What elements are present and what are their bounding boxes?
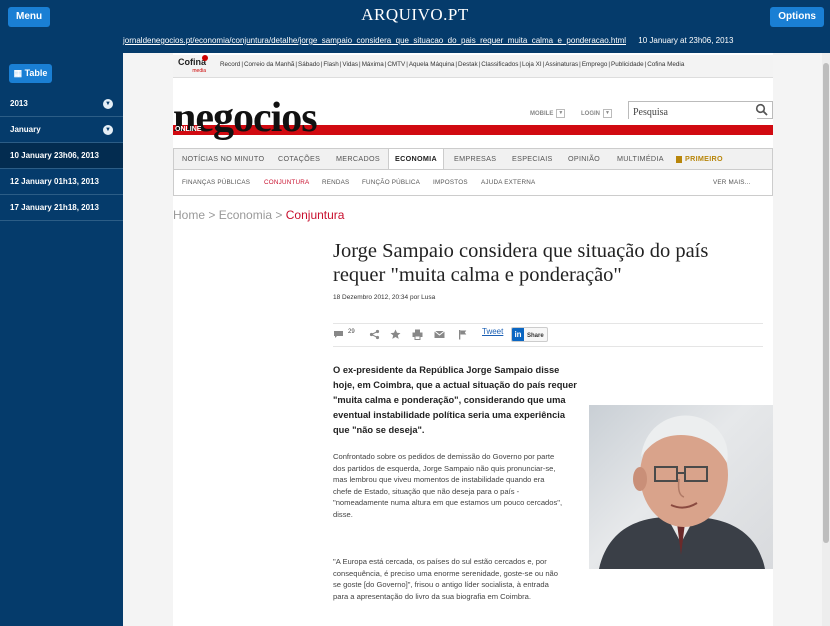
capture-sidebar: ▦ Table 2013 ▼ January ▼ 10 January 23h0…: [0, 53, 123, 626]
network-link[interactable]: Assinaturas: [544, 61, 579, 68]
network-link[interactable]: Flash: [322, 61, 339, 68]
chevron-down-icon: ▼: [103, 125, 113, 135]
capture-item[interactable]: 10 January 23h06, 2013: [0, 143, 123, 169]
comment-count: 29: [348, 329, 355, 335]
network-link[interactable]: Classificados: [480, 61, 519, 68]
cofina-mark-icon: [202, 55, 208, 61]
nav-item[interactable]: MULTIMÉDIA: [617, 149, 664, 169]
year-label: 2013: [10, 99, 28, 108]
subnav-item[interactable]: IMPOSTOS: [433, 170, 468, 195]
network-link[interactable]: Sábado: [297, 61, 321, 68]
nav-item[interactable]: NOTÍCIAS NO MINUTO: [182, 149, 264, 169]
article: Jorge Sampaio considera que situação do …: [319, 226, 773, 626]
search-icon[interactable]: [755, 103, 769, 117]
article-paragraph: "A Europa está cercada, os países do sul…: [333, 557, 559, 601]
email-icon[interactable]: [434, 329, 445, 340]
main-nav: NOTÍCIAS NO MINUTO COTAÇÕES MERCADOS ECO…: [173, 148, 773, 170]
cofina-network-bar: Cofina media Record|Correio da Manhã|Sáb…: [173, 55, 773, 78]
star-icon[interactable]: [390, 329, 401, 340]
options-button[interactable]: Options: [770, 7, 824, 27]
linkedin-share-button[interactable]: in Share: [511, 327, 548, 342]
network-link[interactable]: Record: [219, 61, 241, 68]
subnav-item-active[interactable]: CONJUNTURA: [264, 170, 309, 195]
network-link[interactable]: Publicidade: [610, 61, 645, 68]
scrollbar-thumb[interactable]: [823, 63, 829, 543]
flag-icon[interactable]: [457, 329, 468, 340]
nav-item-primeiro[interactable]: PRIMEIRO: [676, 149, 723, 169]
capture-date: 10 January at 23h06, 2013: [638, 36, 734, 45]
subnav-item[interactable]: RENDAS: [322, 170, 349, 195]
logo-online-tag: ONLINE: [175, 126, 202, 133]
tweet-button[interactable]: Tweet: [482, 327, 503, 336]
subnav-item[interactable]: FINANÇAS PÚBLICAS: [182, 170, 250, 195]
table-button-label: Table: [24, 68, 48, 78]
nav-item[interactable]: COTAÇÕES: [278, 149, 320, 169]
nav-item[interactable]: OPINIÃO: [568, 149, 600, 169]
table-view-button[interactable]: ▦ Table: [9, 64, 52, 83]
share-icon[interactable]: [369, 329, 380, 340]
breadcrumb: Home > Economia > Conjuntura: [173, 208, 345, 222]
search-box: [628, 101, 773, 120]
search-input[interactable]: [629, 105, 757, 120]
nav-item[interactable]: MERCADOS: [336, 149, 380, 169]
article-lead: O ex-presidente da República Jorge Sampa…: [333, 365, 577, 435]
archived-url-link[interactable]: jornaldenegocios.pt/economia/conjuntura/…: [123, 36, 626, 45]
year-selector[interactable]: 2013 ▼: [0, 91, 123, 117]
network-link[interactable]: Cofina Media: [646, 61, 685, 68]
network-link[interactable]: Vidas: [341, 61, 359, 68]
chevron-down-icon: ▼: [603, 109, 612, 118]
page-scrollbar[interactable]: [822, 53, 830, 626]
print-icon[interactable]: [412, 329, 423, 340]
archived-page: Cofina media Record|Correio da Manhã|Sáb…: [173, 53, 773, 626]
archive-top-bar: Menu ARQUIVO.PT Options jornaldenegocios…: [0, 0, 830, 53]
chevron-down-icon: ▼: [556, 109, 566, 118]
article-photo[interactable]: [589, 405, 773, 569]
table-icon: ▦: [13, 68, 23, 78]
subnav-item[interactable]: AJUDA EXTERNA: [481, 170, 535, 195]
network-link[interactable]: Aquela Máquina: [408, 61, 456, 68]
month-label: January: [10, 125, 41, 134]
article-meta: 18 Dezembro 2012, 20:34 por Lusa: [333, 294, 436, 301]
sub-nav: FINANÇAS PÚBLICAS CONJUNTURA RENDAS FUNÇ…: [173, 170, 773, 196]
nav-item[interactable]: EMPRESAS: [454, 149, 496, 169]
breadcrumb-home[interactable]: Home: [173, 208, 205, 222]
network-link[interactable]: Correio da Manhã: [243, 61, 295, 68]
capture-info: jornaldenegocios.pt/economia/conjuntura/…: [123, 36, 733, 45]
linkedin-icon: in: [512, 328, 524, 341]
network-link[interactable]: Máxima: [361, 61, 385, 68]
subnav-item[interactable]: FUNÇÃO PÚBLICA: [362, 170, 420, 195]
primeiro-icon: [676, 155, 682, 163]
comment-icon[interactable]: [333, 329, 344, 340]
login-link[interactable]: LOGIN ▼: [581, 109, 612, 118]
capture-item[interactable]: 12 January 01h13, 2013: [0, 169, 123, 195]
nav-item[interactable]: ESPECIAIS: [512, 149, 553, 169]
nav-item-active[interactable]: ECONOMIA: [388, 149, 444, 169]
network-link[interactable]: Destak: [457, 61, 479, 68]
breadcrumb-section[interactable]: Economia: [219, 208, 272, 222]
capture-item[interactable]: 17 January 21h18, 2013: [0, 195, 123, 221]
share-bar: 29 Tweet in Share: [333, 323, 763, 347]
mobile-link[interactable]: MOBILE ▼: [530, 109, 566, 118]
cofina-links: Record|Correio da Manhã|Sábado|Flash|Vid…: [219, 61, 685, 68]
article-title: Jorge Sampaio considera que situação do …: [333, 240, 709, 286]
network-link[interactable]: CMTV: [386, 61, 406, 68]
archive-brand-logo[interactable]: ARQUIVO.PT: [0, 5, 830, 25]
article-paragraph: Confrontado sobre os pedidos de demissão…: [333, 452, 563, 519]
network-link[interactable]: Loja XI: [521, 61, 543, 68]
network-link[interactable]: Emprego: [581, 61, 609, 68]
month-selector[interactable]: January ▼: [0, 117, 123, 143]
chevron-down-icon: ▼: [103, 99, 113, 109]
breadcrumb-current[interactable]: Conjuntura: [286, 208, 345, 222]
more-link[interactable]: VER MAIS...: [713, 170, 751, 195]
portrait-illustration: [599, 415, 765, 569]
archived-page-viewport: Cofina media Record|Correio da Manhã|Sáb…: [123, 53, 830, 626]
cofina-logo[interactable]: Cofina media: [178, 58, 206, 76]
